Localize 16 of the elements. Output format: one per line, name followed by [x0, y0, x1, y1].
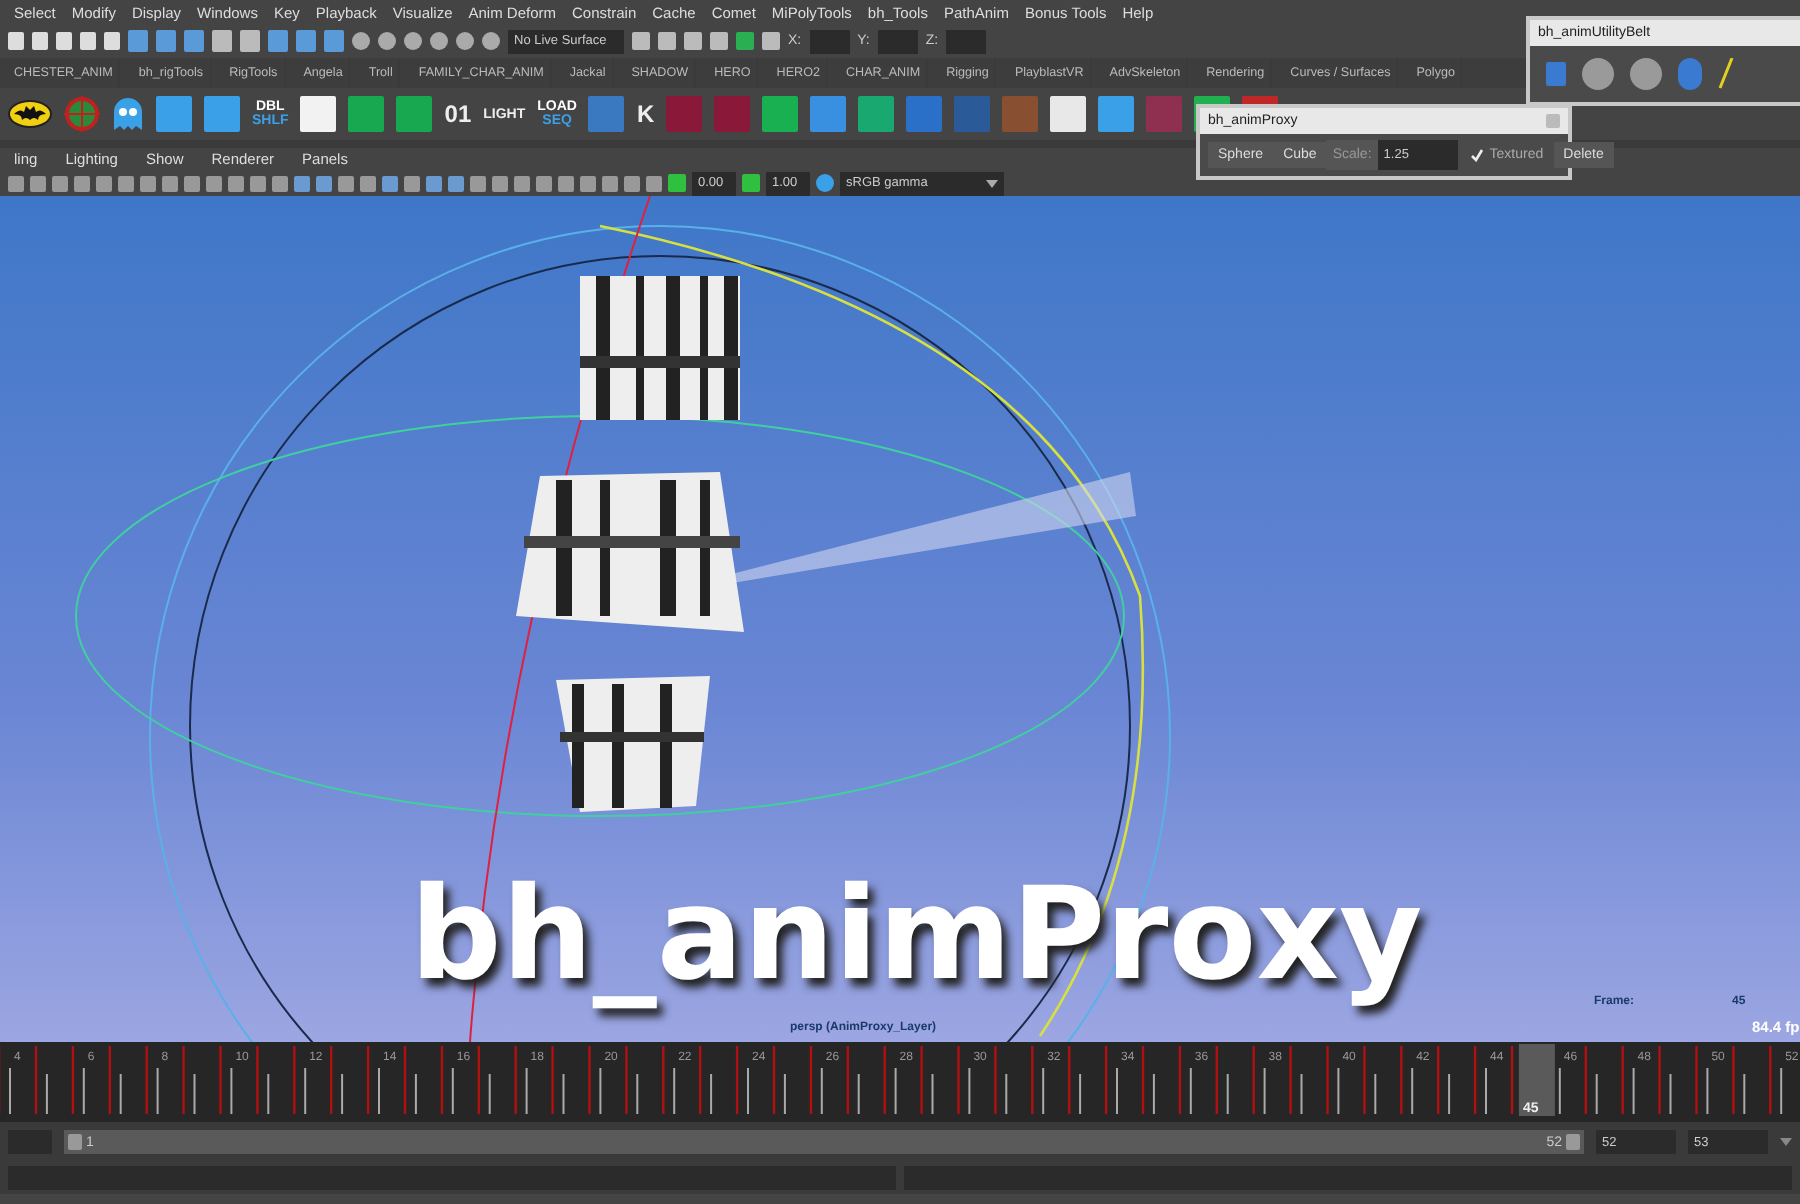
coordinate-field[interactable]	[946, 29, 987, 53]
shelf-tool-icon[interactable]	[1050, 96, 1087, 132]
coordinate-field[interactable]	[877, 29, 918, 53]
range-handle[interactable]	[1566, 1134, 1580, 1150]
crosshair-icon[interactable]	[64, 96, 100, 132]
shelf-text-button[interactable]: 01	[444, 102, 472, 126]
shelf-tool-icon[interactable]	[300, 96, 337, 132]
current-frame-marker	[1518, 1044, 1555, 1116]
color-management-icon[interactable]	[816, 174, 834, 192]
ghost-icon[interactable]	[112, 96, 144, 132]
bat-logo-icon[interactable]	[8, 100, 52, 128]
caret-icon[interactable]	[1780, 1138, 1792, 1146]
range-handle[interactable]	[68, 1134, 82, 1150]
shelf-text-button[interactable]: K	[636, 102, 655, 126]
coordinate-field[interactable]	[809, 29, 850, 53]
caret-icon	[986, 179, 998, 187]
